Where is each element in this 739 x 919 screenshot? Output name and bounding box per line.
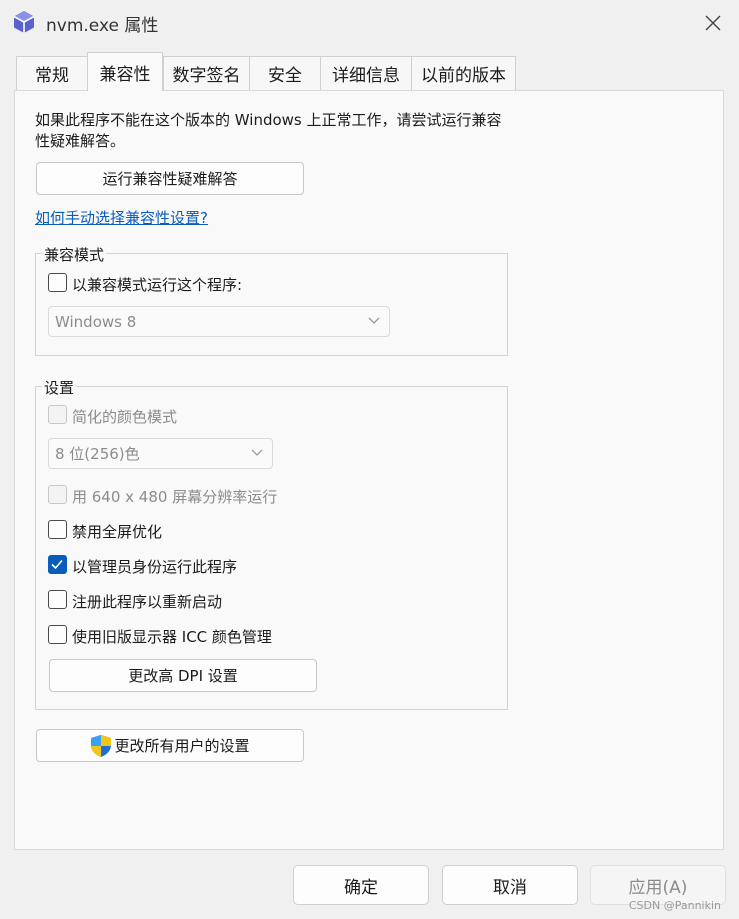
res-640-label: 用 640 x 480 屏幕分辨率运行 [72, 488, 278, 506]
reduced-color-label: 简化的颜色模式 [72, 408, 178, 426]
register-restart-label: 注册此程序以重新启动 [72, 593, 223, 611]
compat-mode-label: 以兼容模式运行这个程序: [72, 276, 243, 294]
disable-fullscreen-label: 禁用全屏优化 [72, 523, 163, 541]
uac-shield-icon [91, 734, 112, 757]
os-version-select: Windows 8 [48, 306, 390, 337]
ok-button[interactable]: 确定 [293, 865, 429, 905]
tab-security[interactable]: 安全 [249, 56, 321, 90]
checkmark-icon [51, 559, 63, 570]
chevron-down-icon [368, 317, 380, 324]
cancel-button[interactable]: 取消 [442, 865, 578, 905]
legacy-icc-label: 使用旧版显示器 ICC 颜色管理 [72, 628, 272, 646]
manual-settings-link[interactable]: 如何手动选择兼容性设置? [35, 207, 208, 228]
compat-mode-legend: 兼容模式 [42, 244, 107, 265]
res-640-checkbox [48, 485, 67, 504]
window-title: nvm.exe 属性 [46, 16, 159, 36]
intro-text: 如果此程序不能在这个版本的 Windows 上正常工作，请尝试运行兼容性疑难解答… [35, 111, 502, 150]
app-icon [12, 10, 36, 34]
change-all-users-button[interactable]: 更改所有用户的设置 [36, 729, 304, 762]
register-restart-checkbox[interactable] [48, 590, 67, 609]
disable-fullscreen-checkbox[interactable] [48, 520, 67, 539]
high-dpi-settings-button[interactable]: 更改高 DPI 设置 [49, 659, 317, 692]
close-icon [705, 15, 721, 31]
reduced-color-checkbox [48, 405, 67, 424]
legacy-icc-checkbox[interactable] [48, 625, 67, 644]
chevron-down-icon [251, 449, 263, 456]
title-bar: nvm.exe 属性 [0, 0, 739, 48]
settings-legend: 设置 [42, 377, 77, 398]
os-version-value: Windows 8 [55, 312, 137, 331]
tab-previous-versions[interactable]: 以前的版本 [411, 56, 516, 90]
tab-details[interactable]: 详细信息 [320, 56, 412, 90]
change-all-users-label: 更改所有用户的设置 [114, 737, 250, 755]
color-depth-select: 8 位(256)色 [48, 438, 273, 469]
tab-general[interactable]: 常规 [16, 56, 88, 90]
compat-mode-checkbox[interactable] [48, 273, 67, 292]
watermark: CSDN @Pannikin [628, 899, 721, 912]
tab-digital-signatures[interactable]: 数字签名 [163, 56, 250, 90]
run-as-admin-label: 以管理员身份运行此程序 [72, 558, 238, 576]
run-as-admin-checkbox[interactable] [48, 555, 67, 574]
color-depth-value: 8 位(256)色 [55, 445, 140, 463]
close-button[interactable] [696, 6, 730, 40]
tab-compatibility[interactable]: 兼容性 [87, 52, 163, 91]
compat-mode-group [35, 253, 508, 356]
run-troubleshooter-button[interactable]: 运行兼容性疑难解答 [36, 162, 304, 195]
